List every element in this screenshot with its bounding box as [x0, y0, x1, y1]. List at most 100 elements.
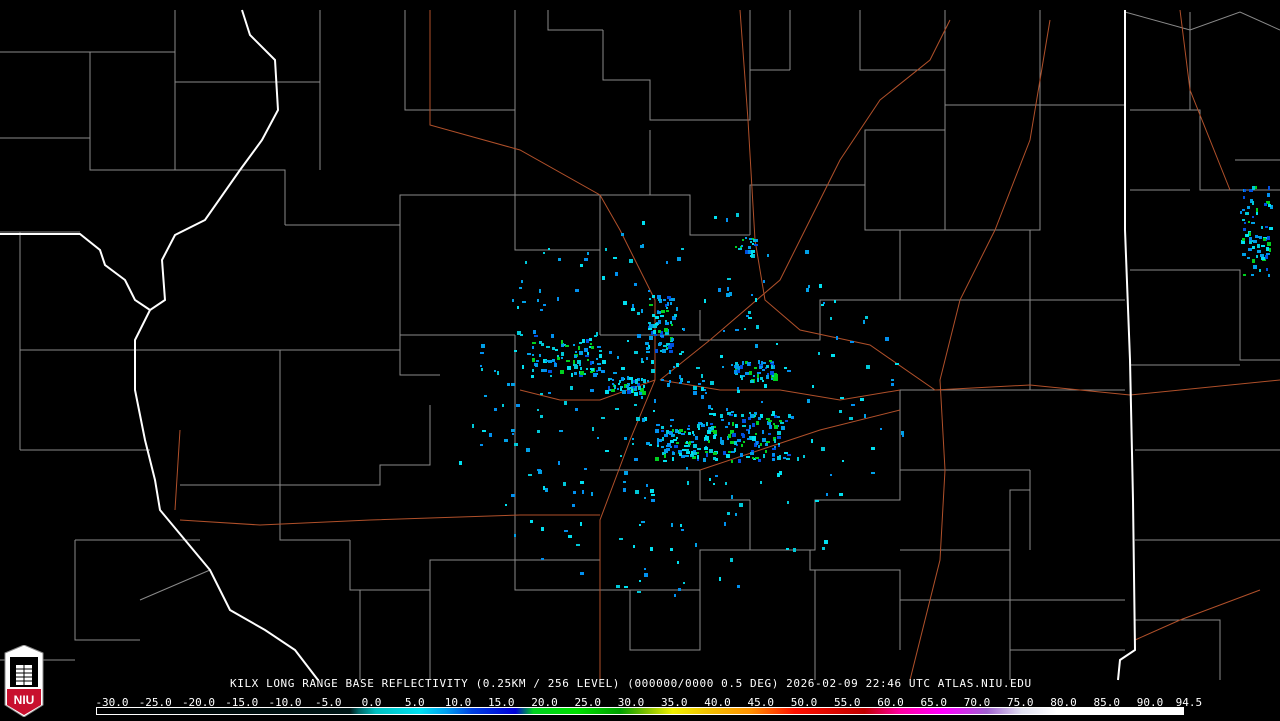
echo-pixel: [865, 316, 868, 319]
echo-pixel: [726, 454, 730, 458]
echo-pixel: [751, 294, 753, 296]
echo-pixel: [1252, 186, 1255, 190]
echo-pixel: [821, 447, 825, 451]
echo-pixel: [711, 408, 713, 410]
echo-pixel: [755, 239, 758, 242]
echo-pixel: [634, 392, 638, 396]
echo-pixel: [586, 368, 588, 370]
echo-pixel: [710, 423, 713, 425]
echo-pixel: [766, 441, 770, 443]
echo-pixel: [652, 314, 655, 317]
echo-pixel: [535, 364, 538, 367]
echo-pixel: [811, 439, 813, 443]
echo-pixel: [545, 360, 548, 362]
echo-pixel: [617, 356, 619, 359]
echo-pixel: [534, 335, 538, 337]
echo-pixel: [749, 238, 752, 240]
echo-pixel: [654, 334, 657, 336]
echo-pixel: [677, 257, 681, 261]
echo-pixel: [540, 393, 543, 395]
echo-pixel: [680, 380, 682, 384]
echo-pixel: [605, 248, 607, 251]
echo-pixel: [659, 300, 662, 303]
echo-pixel: [543, 369, 547, 372]
echo-pixel: [605, 390, 609, 394]
echo-pixel: [1251, 274, 1254, 276]
echo-pixel: [610, 378, 612, 380]
echo-pixel: [766, 418, 770, 420]
echo-pixel: [756, 325, 759, 329]
echo-pixel: [740, 365, 743, 369]
echo-pixel: [787, 501, 789, 504]
echo-pixel: [762, 438, 766, 442]
echo-pixel: [669, 380, 671, 383]
echo-pixel: [587, 359, 589, 361]
echo-pixel: [520, 334, 523, 336]
echo-pixel: [783, 457, 786, 459]
echo-pixel: [666, 430, 669, 434]
echo-pixel: [748, 251, 751, 254]
echo-pixel: [580, 371, 584, 375]
echo-pixel: [621, 377, 624, 381]
echo-pixel: [693, 452, 697, 455]
radar-map[interactable]: [0, 0, 1280, 720]
echo-pixel: [1247, 206, 1250, 209]
echo-pixel: [705, 392, 707, 394]
echo-pixel: [709, 413, 713, 415]
echo-pixel: [683, 582, 685, 584]
echo-pixel: [706, 453, 708, 456]
echo-pixel: [860, 398, 864, 401]
echo-pixel: [708, 405, 711, 409]
echo-pixel: [652, 295, 655, 298]
echo-pixel: [880, 428, 882, 430]
echo-pixel: [765, 450, 767, 453]
echo-pixel: [624, 471, 628, 475]
echo-pixel: [651, 499, 655, 502]
echo-pixel: [622, 390, 626, 394]
echo-pixel: [671, 298, 675, 301]
echo-pixel: [755, 344, 758, 348]
echo-pixel: [746, 315, 749, 317]
echo-pixel: [670, 548, 673, 551]
echo-pixel: [573, 344, 575, 346]
echo-pixel: [532, 369, 534, 372]
echo-pixel: [749, 371, 752, 375]
echo-pixel: [666, 261, 668, 264]
echo-pixel: [695, 436, 698, 440]
echo-pixel: [641, 309, 643, 313]
echo-pixel: [602, 276, 605, 280]
echo-pixel: [706, 422, 708, 426]
echo-pixel: [570, 386, 573, 390]
echo-pixel: [661, 379, 664, 381]
echo-pixel: [679, 429, 683, 432]
echo-pixel: [531, 375, 534, 378]
echo-pixel: [629, 259, 633, 263]
echo-pixel: [737, 585, 740, 588]
echo-pixel: [686, 449, 689, 452]
echo-pixel: [641, 361, 644, 363]
echo-pixel: [662, 349, 666, 353]
echo-pixel: [522, 365, 524, 369]
echo-pixel: [713, 413, 716, 416]
echo-pixel: [697, 452, 699, 454]
echo-pixel: [638, 386, 641, 390]
echo-pixel: [563, 482, 566, 486]
echo-pixel: [649, 298, 651, 300]
echo-pixel: [480, 365, 482, 367]
echo-pixel: [724, 522, 726, 526]
echo-pixel: [1247, 257, 1250, 259]
echo-pixel: [655, 316, 659, 319]
echo-pixel: [726, 408, 728, 411]
echo-pixel: [748, 311, 751, 314]
echo-pixel: [812, 385, 814, 388]
echo-pixel: [746, 456, 750, 458]
echo-pixel: [866, 365, 870, 369]
echo-pixel: [633, 545, 635, 548]
echo-pixel: [752, 243, 754, 245]
echo-pixel: [806, 288, 809, 292]
echo-pixel: [677, 561, 679, 564]
product-caption: KILX LONG RANGE BASE REFLECTIVITY (0.25K…: [230, 677, 1032, 690]
echo-pixel: [584, 348, 588, 352]
echo-pixel: [596, 358, 598, 360]
echo-pixel: [704, 299, 706, 303]
